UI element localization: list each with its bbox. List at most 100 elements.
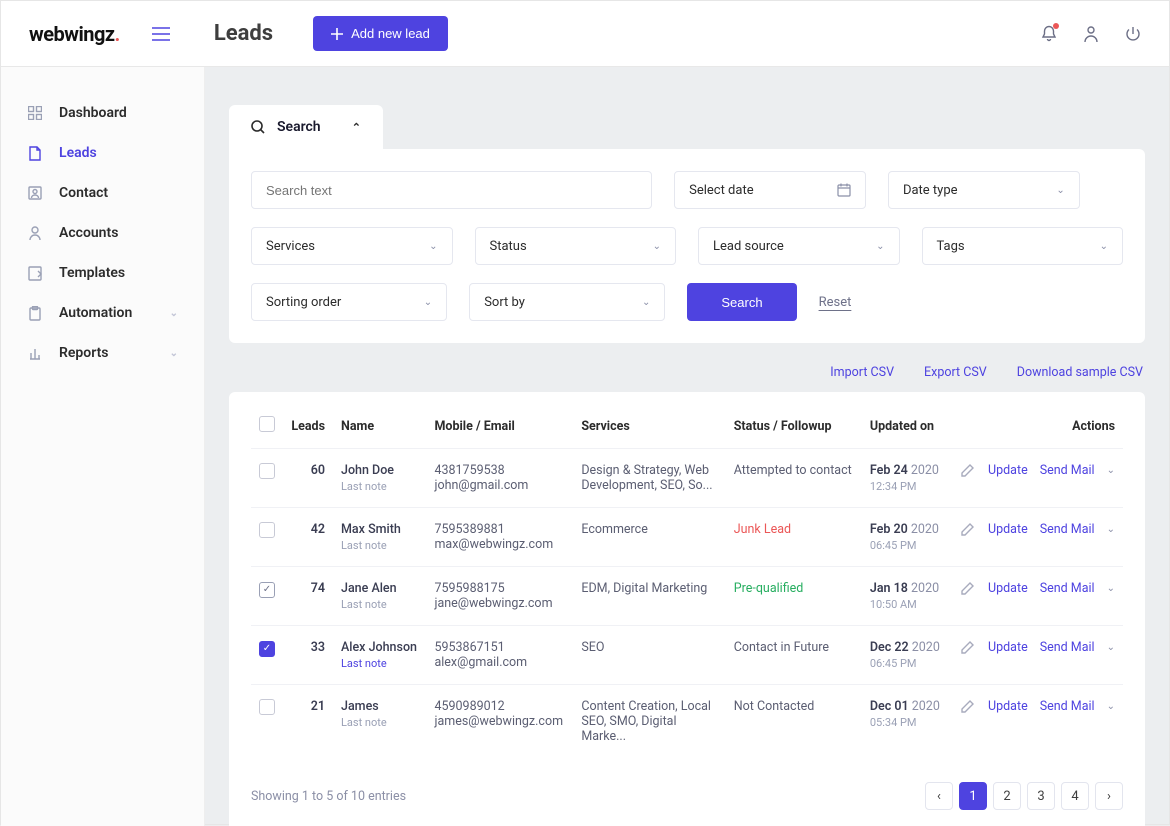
update-link[interactable]: Update [988, 463, 1028, 478]
pager-page[interactable]: 1 [959, 782, 987, 810]
last-note[interactable]: Last note [341, 657, 418, 670]
pencil-icon[interactable] [960, 641, 974, 655]
table-row: 42Max SmithLast note7595389881max@webwin… [251, 508, 1123, 567]
pencil-icon[interactable] [960, 464, 974, 478]
row-checkbox[interactable] [259, 522, 275, 538]
chevron-down-icon[interactable]: ⌄ [1107, 583, 1115, 594]
entries-text: Showing 1 to 5 of 10 entries [251, 789, 406, 804]
chevron-down-icon: ⌄ [429, 241, 437, 252]
lead-services: Content Creation, Local SEO, SMO, Digita… [573, 685, 725, 759]
chart-icon [27, 345, 43, 361]
search-icon [251, 120, 265, 134]
row-checkbox[interactable]: ✓ [259, 582, 275, 598]
lead-services: SEO [573, 626, 725, 685]
chevron-down-icon: ⌄ [653, 241, 661, 252]
col-updated: Updated on [862, 404, 949, 449]
menu-toggle-icon[interactable] [152, 27, 170, 41]
person-icon [27, 225, 43, 241]
calendar-icon [837, 183, 851, 197]
pencil-icon[interactable] [960, 523, 974, 537]
pencil-icon[interactable] [960, 700, 974, 714]
status-select[interactable]: Status⌄ [475, 227, 677, 265]
row-checkbox[interactable]: ✓ [259, 641, 275, 657]
chevron-down-icon[interactable]: ⌄ [1107, 642, 1115, 653]
sidebar-item-label: Leads [59, 145, 97, 161]
sidebar-item-templates[interactable]: Templates [1, 253, 204, 293]
lead-contact: 4590989012james@webwingz.com [426, 685, 573, 759]
lead-status: Junk Lead [726, 508, 862, 567]
search-text-input[interactable] [251, 171, 652, 209]
select-date-input[interactable]: Select date [674, 171, 866, 209]
export-csv-link[interactable]: Export CSV [924, 365, 987, 380]
send-mail-link[interactable]: Send Mail [1040, 463, 1095, 478]
lead-contact: 7595389881max@webwingz.com [426, 508, 573, 567]
lead-updated: Feb 24 202012:34 PM [862, 449, 949, 508]
sidebar-item-leads[interactable]: Leads [1, 133, 204, 173]
lead-actions: Update Send Mail ⌄ [949, 567, 1123, 626]
user-icon[interactable] [1083, 25, 1099, 43]
sidebar-item-dashboard[interactable]: Dashboard [1, 93, 204, 133]
table-row: ✓74Jane AlenLast note7595988175jane@webw… [251, 567, 1123, 626]
col-mobile-email: Mobile / Email [426, 404, 573, 449]
search-button[interactable]: Search [687, 283, 796, 321]
topbar: webwingz. Leads Add new lead [1, 1, 1169, 67]
lead-actions: Update Send Mail ⌄ [949, 626, 1123, 685]
lead-name: Jane AlenLast note [333, 567, 426, 626]
col-status: Status / Followup [726, 404, 862, 449]
pager: ‹ 1234 › [925, 782, 1123, 810]
row-checkbox[interactable] [259, 699, 275, 715]
pager-page[interactable]: 3 [1027, 782, 1055, 810]
power-icon[interactable] [1125, 25, 1141, 43]
import-csv-link[interactable]: Import CSV [830, 365, 894, 380]
chevron-down-icon[interactable]: ⌄ [1107, 701, 1115, 712]
send-mail-link[interactable]: Send Mail [1040, 581, 1095, 596]
send-mail-link[interactable]: Send Mail [1040, 640, 1095, 655]
template-icon [27, 265, 43, 281]
pager-page[interactable]: 4 [1061, 782, 1089, 810]
logo[interactable]: webwingz. [29, 22, 120, 46]
reset-link[interactable]: Reset [819, 295, 852, 310]
search-panel-header[interactable]: Search ⌃ [229, 105, 383, 149]
col-actions: Actions [949, 404, 1123, 449]
send-mail-link[interactable]: Send Mail [1040, 699, 1095, 714]
update-link[interactable]: Update [988, 581, 1028, 596]
notification-dot [1053, 23, 1059, 29]
sidebar-item-accounts[interactable]: Accounts [1, 213, 204, 253]
download-csv-link[interactable]: Download sample CSV [1017, 365, 1143, 380]
select-all-checkbox[interactable] [259, 416, 275, 432]
pager-page[interactable]: 2 [993, 782, 1021, 810]
table-row: ✓33Alex JohnsonLast note5953867151alex@g… [251, 626, 1123, 685]
pager-next[interactable]: › [1095, 782, 1123, 810]
tags-select[interactable]: Tags⌄ [922, 227, 1124, 265]
sidebar-item-reports[interactable]: Reports ⌄ [1, 333, 204, 373]
lead-actions: Update Send Mail ⌄ [949, 508, 1123, 567]
lead-id: 42 [283, 508, 333, 567]
sidebar-item-contact[interactable]: Contact [1, 173, 204, 213]
update-link[interactable]: Update [988, 640, 1028, 655]
lead-status: Not Contacted [726, 685, 862, 759]
pager-prev[interactable]: ‹ [925, 782, 953, 810]
update-link[interactable]: Update [988, 699, 1028, 714]
date-type-select[interactable]: Date type⌄ [888, 171, 1080, 209]
sort-by-select[interactable]: Sort by⌄ [469, 283, 665, 321]
sorting-order-select[interactable]: Sorting order⌄ [251, 283, 447, 321]
row-checkbox[interactable] [259, 463, 275, 479]
send-mail-link[interactable]: Send Mail [1040, 522, 1095, 537]
sidebar: Dashboard Leads Contact Accounts Templat… [1, 67, 205, 826]
content: Search ⌃ Select date Date type⌄ Services… [205, 67, 1169, 826]
update-link[interactable]: Update [988, 522, 1028, 537]
sidebar-item-automation[interactable]: Automation ⌄ [1, 293, 204, 333]
chevron-down-icon[interactable]: ⌄ [1107, 524, 1115, 535]
sidebar-item-label: Dashboard [59, 105, 127, 121]
col-services: Services [573, 404, 725, 449]
pencil-icon[interactable] [960, 582, 974, 596]
table-row: 21JamesLast note4590989012james@webwingz… [251, 685, 1123, 759]
add-lead-button[interactable]: Add new lead [313, 16, 448, 51]
chevron-down-icon: ⌄ [170, 348, 178, 359]
lead-source-select[interactable]: Lead source⌄ [698, 227, 900, 265]
services-select[interactable]: Services⌄ [251, 227, 453, 265]
chevron-down-icon[interactable]: ⌄ [1107, 465, 1115, 476]
lead-id: 21 [283, 685, 333, 759]
bell-icon[interactable] [1041, 25, 1057, 43]
lead-status: Contact in Future [726, 626, 862, 685]
